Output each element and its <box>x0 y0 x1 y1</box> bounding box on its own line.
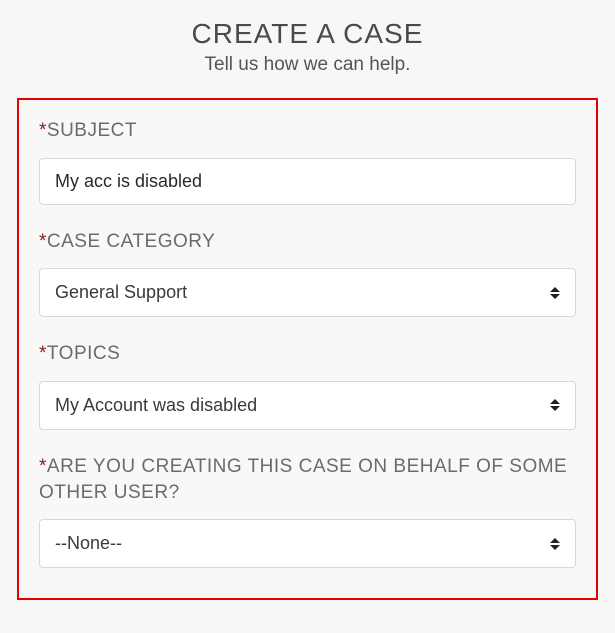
category-field: *CASE CATEGORY General Support <box>39 229 576 318</box>
onbehalf-field: *ARE YOU CREATING THIS CASE ON BEHALF OF… <box>39 454 576 568</box>
topics-field: *TOPICS My Account was disabled <box>39 341 576 430</box>
required-asterisk: * <box>39 343 47 364</box>
subject-input[interactable] <box>39 158 576 205</box>
subject-label: *SUBJECT <box>39 118 576 144</box>
topics-label: *TOPICS <box>39 341 576 367</box>
category-select[interactable]: General Support <box>39 268 576 317</box>
onbehalf-value: --None-- <box>39 519 576 568</box>
subject-field: *SUBJECT <box>39 118 576 205</box>
create-case-form: *SUBJECT *CASE CATEGORY General Support … <box>17 98 598 600</box>
required-asterisk: * <box>39 231 47 252</box>
required-asterisk: * <box>39 120 47 141</box>
topics-select[interactable]: My Account was disabled <box>39 381 576 430</box>
onbehalf-select[interactable]: --None-- <box>39 519 576 568</box>
form-header: CREATE A CASE Tell us how we can help. <box>0 0 615 90</box>
page-subtitle: Tell us how we can help. <box>0 54 615 76</box>
category-label: *CASE CATEGORY <box>39 229 576 255</box>
category-value: General Support <box>39 268 576 317</box>
onbehalf-label: *ARE YOU CREATING THIS CASE ON BEHALF OF… <box>39 454 576 505</box>
page-title: CREATE A CASE <box>0 18 615 50</box>
topics-value: My Account was disabled <box>39 381 576 430</box>
required-asterisk: * <box>39 456 47 477</box>
